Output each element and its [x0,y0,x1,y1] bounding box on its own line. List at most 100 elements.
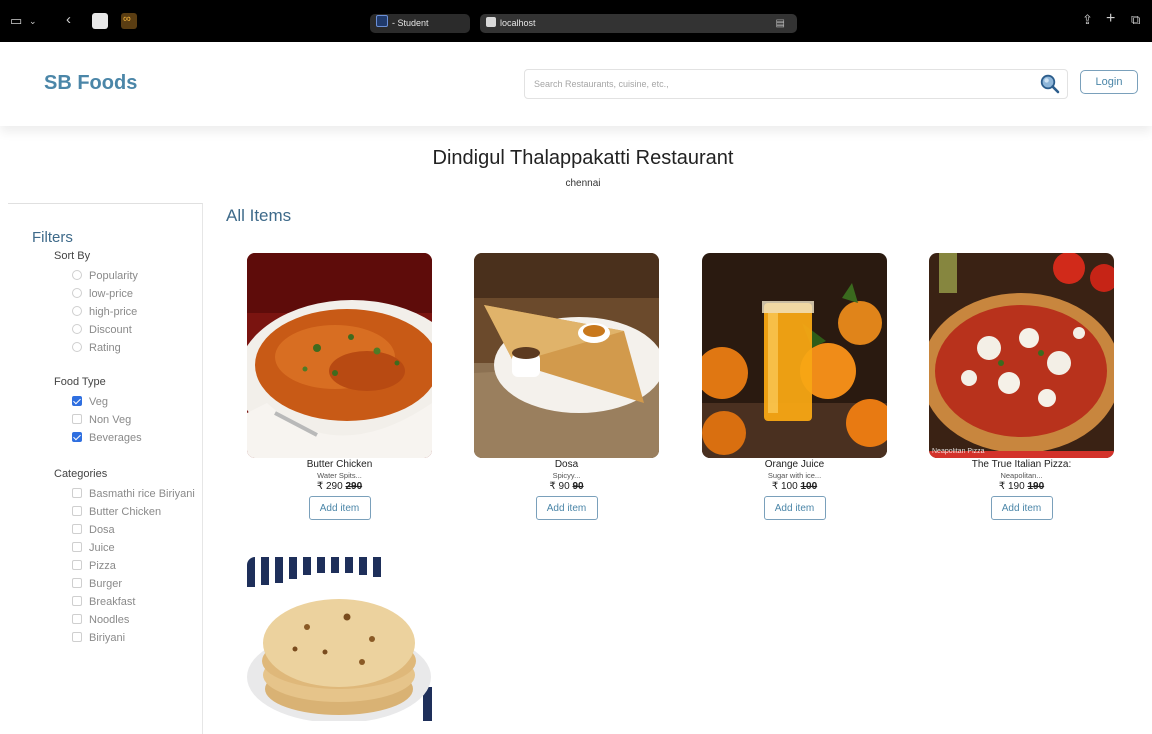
category-biriyani[interactable]: Biriyani [72,632,125,646]
product-image[interactable]: Neapolitan Pizza [929,253,1114,458]
product-description: Spicyy... [552,471,581,480]
search-input[interactable] [524,69,1068,99]
sort-option-discount[interactable]: Discount [72,324,132,338]
option-label: low-price [89,288,134,300]
option-label: Burger [89,578,123,590]
product-description: Sugar with ice... [767,471,822,480]
checkbox[interactable] [72,542,82,552]
tab-student-label: - Student [392,18,429,28]
address-url: localhost [500,18,536,28]
food-type-non-veg[interactable]: Non Veg [72,414,131,428]
product-image[interactable] [702,253,887,458]
filters-title: Filters [32,229,73,246]
product-card: Butter Chicken Water Spits... ₹ 290 290 … [247,253,432,520]
add-item-button[interactable]: Add item [763,496,826,520]
image-caption: Neapolitan Pizza [932,448,985,455]
option-label: Beverages [89,432,142,444]
product-card: Dosa Spicyy... ₹ 90 90 Add item [474,253,659,520]
login-button[interactable]: Login [1080,70,1138,94]
category-pizza[interactable]: Pizza [72,560,116,574]
new-tab-icon[interactable]: + [1106,11,1115,27]
checkbox[interactable] [72,414,82,424]
brand-logo[interactable]: SB Foods [44,72,137,95]
sort-option-high-price[interactable]: high-price [72,306,137,320]
sort-by-title: Sort By [54,250,91,262]
option-label: Veg [89,396,108,408]
product-image[interactable] [247,253,432,458]
checkbox[interactable] [72,396,82,406]
product-name: Orange Juice [764,459,825,470]
add-item-button[interactable]: Add item [535,496,598,520]
category-burger[interactable]: Burger [72,578,122,592]
product-price: ₹ 190 190 [929,481,1114,493]
category-breakfast[interactable]: Breakfast [72,596,135,610]
add-item-button[interactable]: Add item [308,496,371,520]
option-label: Dosa [89,524,115,536]
radio-button[interactable] [72,270,82,280]
option-label: Breakfast [89,596,136,608]
checkbox[interactable] [72,488,82,498]
reader-icon[interactable]: ▤ [776,14,785,33]
current-price: ₹ 100 [771,481,798,492]
category-dosa[interactable]: Dosa [72,524,115,538]
category-basmathi-rice-biriyani[interactable]: Basmathi rice Biriyani [72,488,195,502]
option-label: Pizza [89,560,116,572]
tab-student[interactable]: - Student [370,14,470,33]
radio-button[interactable] [72,306,82,316]
radio-button[interactable] [72,288,82,298]
checkbox[interactable] [72,506,82,516]
site-header: SB Foods Login [0,42,1152,126]
food-type-veg[interactable]: Veg [72,396,108,410]
back-icon[interactable]: ‹ [66,12,71,28]
restaurant-name: Dindigul Thalappakatti Restaurant [432,147,734,169]
filters-sidebar: Filters Sort By Popularity low-price hig… [8,203,203,734]
student-tab-icon [376,15,388,27]
food-type-title: Food Type [54,376,106,388]
share-icon[interactable]: ⇪ [1082,12,1093,28]
original-price: 90 [572,481,584,492]
add-item-button[interactable]: Add item [990,496,1053,520]
all-items-title: All Items [226,206,292,225]
checkbox[interactable] [72,560,82,570]
sort-option-rating[interactable]: Rating [72,342,121,356]
restaurant-location: chennai [565,178,601,189]
option-label: Rating [89,342,121,354]
product-price: ₹ 100 100 [702,481,887,493]
current-price: ₹ 90 [549,481,570,492]
product-image[interactable] [247,557,432,721]
radio-button[interactable] [72,324,82,334]
category-noodles[interactable]: Noodles [72,614,129,628]
checkbox[interactable] [72,432,82,442]
option-label: Juice [89,542,115,554]
option-label: Non Veg [89,414,132,426]
product-card: Orange Juice Sugar with ice... ₹ 100 100… [702,253,887,520]
radio-button[interactable] [72,342,82,352]
category-juice[interactable]: Juice [72,542,115,556]
extension-infinity-icon[interactable]: ∞ [121,13,137,29]
checkbox[interactable] [72,614,82,624]
product-name: The True Italian Pizza: [971,459,1072,470]
site-favicon-icon [486,17,496,27]
chevron-down-icon[interactable]: ⌄ [29,13,37,29]
sort-option-popularity[interactable]: Popularity [72,270,138,284]
option-label: high-price [89,306,138,318]
food-type-beverages[interactable]: Beverages [72,432,142,446]
checkbox[interactable] [72,524,82,534]
product-price: ₹ 90 90 [474,481,659,493]
product-price: ₹ 290 290 [247,481,432,493]
browser-toolbar: ▭ ⌄ ‹ ∞ - Student localhost ▤ ⇪ + ⧉ [0,0,1152,42]
tab-overview-icon[interactable]: ⧉ [1131,12,1140,28]
checkbox[interactable] [72,578,82,588]
product-image[interactable] [474,253,659,458]
sort-option-low-price[interactable]: low-price [72,288,133,302]
search-icon[interactable] [1040,74,1060,94]
checkbox[interactable] [72,596,82,606]
checkbox[interactable] [72,632,82,642]
address-bar[interactable]: localhost ▤ [480,14,797,33]
extension-icon[interactable] [92,13,108,29]
original-price: 290 [345,481,363,492]
original-price: 190 [1027,481,1045,492]
category-butter-chicken[interactable]: Butter Chicken [72,506,161,520]
sidebar-toggle-icon[interactable]: ▭ [10,13,22,29]
product-description: Water Spits... [317,471,362,480]
